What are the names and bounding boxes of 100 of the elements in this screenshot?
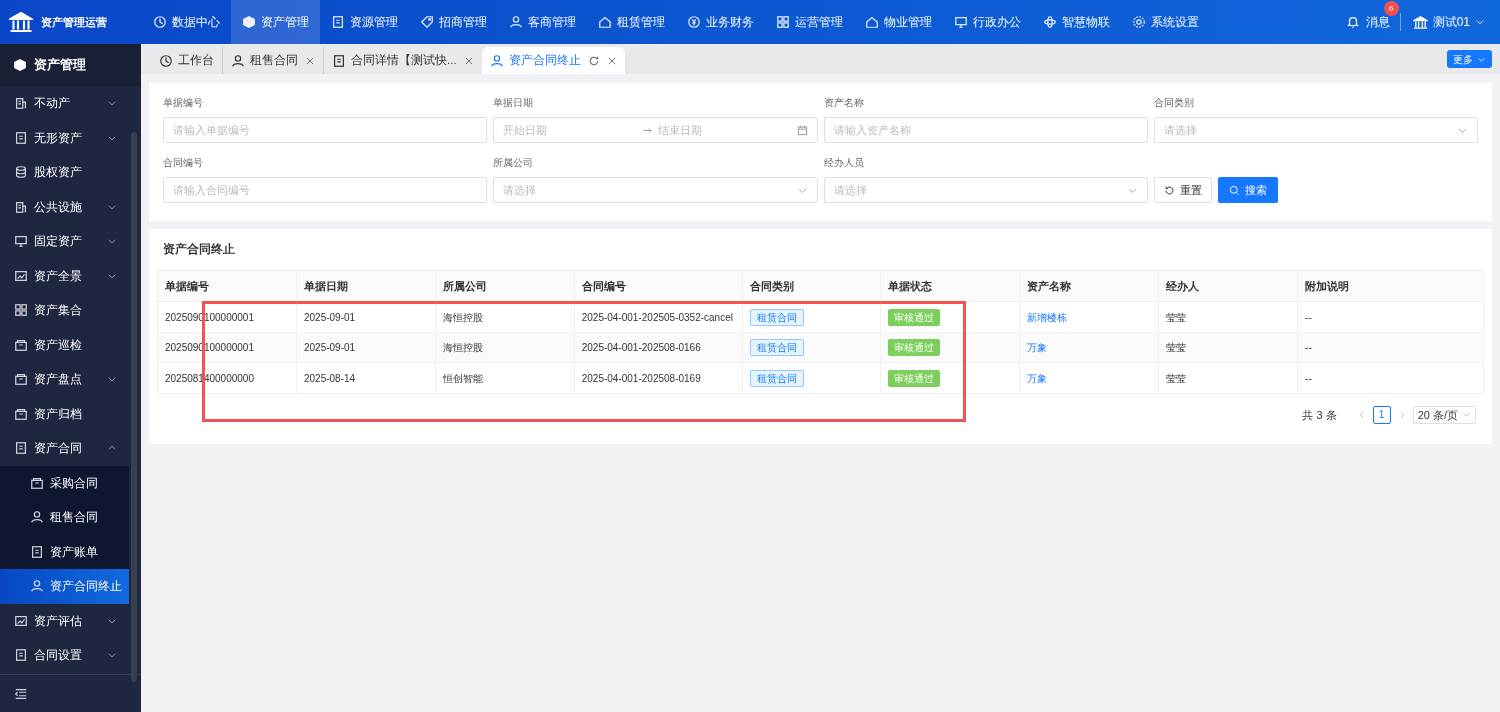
field-label: 合同编号 bbox=[163, 156, 204, 170]
cube-icon bbox=[242, 15, 256, 29]
total-count: 共 3 条 bbox=[1302, 407, 1337, 423]
building-icon bbox=[14, 96, 28, 111]
box-icon bbox=[14, 372, 28, 387]
document-icon bbox=[332, 53, 346, 68]
column-header: 单据状态 bbox=[880, 270, 1020, 302]
close-icon bbox=[463, 55, 474, 66]
sidebar-item[interactable]: 资产盘点 bbox=[0, 362, 141, 397]
sidebar-subitem[interactable]: 采购合同 bbox=[0, 465, 129, 500]
page-button[interactable]: 1 bbox=[1372, 405, 1391, 424]
nav-tab[interactable]: 物业管理 bbox=[854, 0, 943, 44]
column-header: 资产名称 bbox=[1019, 270, 1159, 302]
sidebar-item[interactable]: 无形资产 bbox=[0, 120, 141, 155]
sidebar-item[interactable]: 不动产 bbox=[0, 86, 141, 121]
table-cell: 2025-09-01 bbox=[296, 332, 436, 363]
field-label: 经办人员 bbox=[823, 156, 865, 170]
tag-icon bbox=[420, 15, 434, 29]
sidebar-item[interactable]: 资产巡检 bbox=[0, 327, 141, 362]
asset-link[interactable]: 新增楼栋 bbox=[1027, 311, 1068, 323]
page-tab[interactable]: 租售合同 bbox=[222, 47, 323, 74]
sidebar-item[interactable]: 合同设置 bbox=[0, 638, 141, 673]
collapse-icon bbox=[14, 686, 28, 701]
page-size-select[interactable]: 20 条/页 bbox=[1412, 405, 1476, 424]
person-icon bbox=[30, 510, 44, 525]
clock-icon bbox=[159, 53, 173, 68]
page-tab[interactable]: 合同详情【测试快... bbox=[323, 47, 482, 74]
table-cell: 莹莹 bbox=[1158, 332, 1298, 363]
clock-icon bbox=[153, 15, 167, 29]
bank-building-icon bbox=[1412, 14, 1428, 30]
field-label: 单据编号 bbox=[163, 96, 204, 110]
messages-button[interactable]: 消息 bbox=[1345, 13, 1390, 31]
column-header: 经办人 bbox=[1158, 270, 1298, 302]
document-icon bbox=[14, 130, 28, 145]
table-cell: -- bbox=[1297, 301, 1484, 333]
refresh-icon bbox=[587, 54, 600, 67]
bell-icon bbox=[1345, 15, 1360, 29]
bank-building-icon bbox=[9, 10, 33, 34]
nav-tab[interactable]: 行政办公 bbox=[943, 0, 1032, 44]
asset-link[interactable]: 万象 bbox=[1027, 372, 1048, 384]
contract-type-tag: 租赁合同 bbox=[749, 308, 804, 326]
sidebar-item[interactable]: 资产评估 bbox=[0, 603, 141, 638]
nav-tab[interactable]: 资产管理 bbox=[231, 0, 320, 44]
table-cell: 2025-04-001-202508-0169 bbox=[574, 362, 743, 394]
app-title: 资产管理运营 bbox=[41, 14, 107, 30]
column-header: 单据日期 bbox=[296, 270, 436, 302]
person-icon bbox=[509, 15, 523, 29]
column-header: 附加说明 bbox=[1297, 270, 1484, 302]
field-label: 资产名称 bbox=[823, 96, 865, 110]
nav-tab[interactable]: 系统设置 bbox=[1121, 0, 1210, 44]
nav-tab[interactable]: 客商管理 bbox=[498, 0, 587, 44]
monitor-icon bbox=[954, 15, 968, 29]
monitor-icon bbox=[14, 234, 28, 249]
sidebar-subitem[interactable]: 资产合同终止 bbox=[0, 569, 129, 604]
atom-icon bbox=[1043, 15, 1057, 29]
sidebar-subitem[interactable]: 资产账单 bbox=[0, 534, 129, 569]
field-label: 合同类别 bbox=[1153, 96, 1195, 110]
page-tab[interactable]: 工作台 bbox=[151, 47, 222, 74]
nav-tab[interactable]: 资源管理 bbox=[320, 0, 409, 44]
sidebar-title: 资产管理 bbox=[0, 44, 141, 86]
sidebar-item[interactable]: 资产集合 bbox=[0, 293, 141, 328]
field-label: 单据日期 bbox=[493, 96, 535, 110]
column-header: 合同类别 bbox=[742, 270, 881, 302]
search-button[interactable]: 搜索 bbox=[1217, 177, 1278, 203]
search-icon bbox=[1228, 184, 1240, 196]
asset-link[interactable]: 万象 bbox=[1027, 342, 1048, 353]
chart-icon bbox=[14, 613, 28, 628]
calendar-icon bbox=[796, 124, 808, 136]
input-field[interactable]: 请输入资产名称 bbox=[823, 117, 1148, 143]
sidebar-subitem[interactable]: 租售合同 bbox=[0, 500, 129, 535]
table-cell: 2025-08-14 bbox=[296, 362, 436, 394]
person-icon bbox=[231, 53, 245, 68]
sidebar-item[interactable]: 资产全景 bbox=[0, 258, 141, 293]
chevron-down-icon bbox=[1475, 17, 1485, 27]
person-icon bbox=[489, 53, 504, 68]
sidebar-item[interactable]: 公共设施 bbox=[0, 189, 141, 224]
nav-tab[interactable]: 租赁管理 bbox=[587, 0, 676, 44]
nav-tab[interactable]: 智慧物联 bbox=[1032, 0, 1121, 44]
sidebar-item[interactable]: 资产归档 bbox=[0, 396, 141, 431]
column-header: 合同编号 bbox=[574, 270, 743, 302]
reset-button[interactable]: 重置 bbox=[1153, 177, 1212, 203]
chart-icon bbox=[14, 268, 28, 283]
count-badge: 6 bbox=[1383, 1, 1399, 16]
document-icon bbox=[14, 648, 28, 663]
close-icon bbox=[305, 55, 315, 66]
nav-tab[interactable]: 运营管理 bbox=[765, 0, 854, 44]
sidebar-item[interactable]: 股权资产 bbox=[0, 155, 141, 190]
database-icon bbox=[14, 165, 28, 180]
nav-tab[interactable]: 业务财务 bbox=[676, 0, 765, 44]
nav-tab[interactable]: 招商管理 bbox=[409, 0, 498, 44]
nav-tab[interactable]: 数据中心 bbox=[142, 0, 231, 44]
grid-icon bbox=[776, 15, 790, 29]
more-button[interactable]: 更多 bbox=[1447, 50, 1492, 68]
page-tab[interactable]: 资产合同终止 bbox=[481, 47, 625, 74]
sidebar-item[interactable]: 资产合同 bbox=[0, 431, 141, 466]
sidebar-item[interactable]: 固定资产 bbox=[0, 224, 141, 259]
user-menu[interactable]: 测试01 bbox=[1412, 13, 1485, 31]
chevron-down-icon bbox=[1462, 410, 1471, 420]
contract-type-tag: 租赁合同 bbox=[749, 369, 804, 387]
table-title: 资产合同终止 bbox=[162, 241, 236, 257]
